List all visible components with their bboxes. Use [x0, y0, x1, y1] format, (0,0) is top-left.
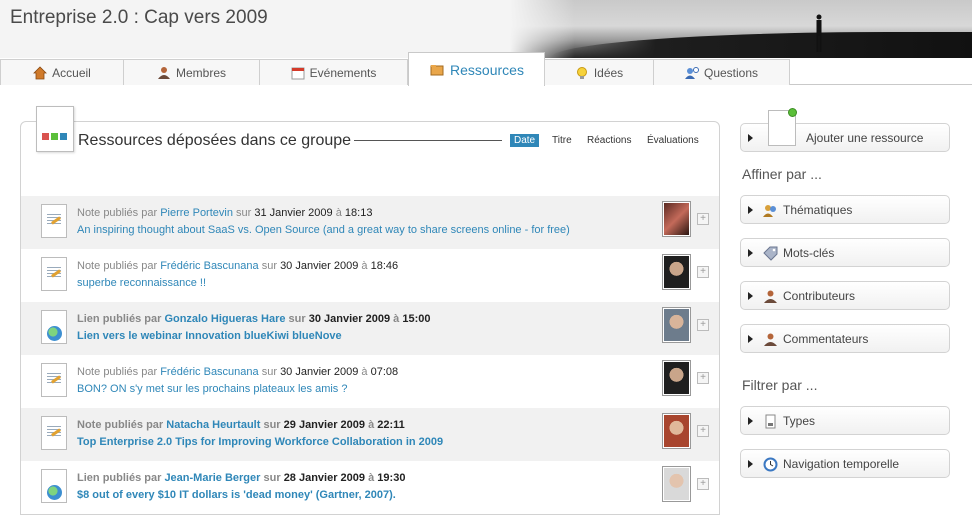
resource-title-link[interactable]: BON? ON s'y met sur les prochains platea… [77, 383, 347, 395]
author-link[interactable]: Gonzalo Higueras Hare [164, 313, 285, 325]
expand-button[interactable]: + [697, 319, 709, 331]
avatar[interactable] [662, 201, 691, 237]
item-meta: Note publiés par Frédéric Bascunana sur … [77, 366, 399, 378]
tab-label: Ressources [450, 61, 524, 78]
item-meta: Lien publiés par Jean-Marie Berger sur 2… [77, 472, 406, 484]
resource-title-link[interactable]: $8 out of every $10 IT dollars is 'dead … [77, 489, 396, 501]
filter-navigation-temporelle[interactable]: Navigation temporelle [740, 449, 950, 478]
resource-title-link[interactable]: Top Enterprise 2.0 Tips for Improving Wo… [77, 436, 443, 448]
tab-label: Membres [175, 65, 226, 80]
tab-accueil[interactable]: Accueil [0, 59, 124, 85]
site-header: Entreprise 2.0 : Cap vers 2009 [0, 0, 972, 58]
group-title: Entreprise 2.0 : Cap vers 2009 [10, 7, 268, 28]
list-item: Note publiés par Natacha Heurtault sur 2… [21, 408, 719, 461]
tab-label: Evénements [309, 65, 377, 80]
header-banner-image [510, 0, 972, 58]
expand-arrow-icon [748, 460, 753, 468]
avatar[interactable] [662, 254, 691, 290]
link-icon [41, 469, 67, 503]
item-meta: Note publiés par Pierre Portevin sur 31 … [77, 207, 373, 219]
clock-icon [763, 457, 778, 472]
add-resource-label: Ajouter une ressource [806, 131, 924, 145]
resource-title-link[interactable]: Lien vers le webinar Innovation blueKiwi… [77, 330, 342, 342]
refine-contributeurs[interactable]: Contributeurs [740, 281, 950, 310]
document-icon [765, 414, 776, 429]
sort-evaluations[interactable]: Évaluations [647, 134, 699, 147]
expand-button[interactable]: + [697, 425, 709, 437]
note-icon [41, 257, 67, 291]
tab-evenements[interactable]: Evénements [259, 59, 408, 85]
author-link[interactable]: Frédéric Bascunana [160, 366, 258, 378]
list-item: Lien publiés par Jean-Marie Berger sur 2… [21, 461, 719, 514]
item-meta: Lien publiés par Gonzalo Higueras Hare s… [77, 313, 431, 325]
expand-button[interactable]: + [697, 266, 709, 278]
tab-membres[interactable]: Membres [123, 59, 260, 85]
tab-label: Accueil [52, 65, 91, 80]
expand-arrow-icon [748, 134, 753, 142]
resources-document-icon [36, 106, 74, 152]
tab-idees[interactable]: Idées [544, 59, 654, 85]
list-item: Note publiés par Frédéric Bascunana sur … [21, 355, 719, 408]
tag-icon [763, 246, 778, 261]
lightbulb-icon [576, 66, 587, 79]
users-icon [763, 205, 776, 217]
banner-person-silhouette [816, 14, 822, 52]
tab-label: Questions [703, 65, 759, 80]
author-link[interactable]: Natacha Heurtault [166, 419, 260, 431]
list-item: Note publiés par Frédéric Bascunana sur … [21, 249, 719, 302]
calendar-icon [291, 67, 305, 79]
item-meta: Note publiés par Frédéric Bascunana sur … [77, 260, 399, 272]
sort-reactions[interactable]: Réactions [587, 134, 631, 147]
list-item: Note publiés par Pierre Portevin sur 31 … [21, 196, 719, 249]
item-meta: Note publiés par Natacha Heurtault sur 2… [77, 419, 405, 431]
folder-icon [430, 64, 444, 75]
avatar[interactable] [662, 360, 691, 396]
plus-badge-icon [788, 108, 797, 117]
refine-thematiques[interactable]: Thématiques [740, 195, 950, 224]
avatar[interactable] [662, 466, 691, 502]
expand-button[interactable]: + [697, 478, 709, 490]
avatar[interactable] [662, 307, 691, 343]
author-link[interactable]: Jean-Marie Berger [164, 472, 260, 484]
user-icon [157, 66, 170, 79]
resource-title-link[interactable]: An inspiring thought about SaaS vs. Open… [77, 224, 570, 236]
tab-label: Idées [593, 65, 624, 80]
expand-arrow-icon [748, 335, 753, 343]
panel-title: Ressources déposées dans ce groupe [78, 132, 352, 149]
user-icon [764, 333, 777, 346]
author-link[interactable]: Pierre Portevin [160, 207, 233, 219]
note-icon [41, 204, 67, 238]
refine-commentateurs[interactable]: Commentateurs [740, 324, 950, 353]
avatar[interactable] [662, 413, 691, 449]
sort-titre[interactable]: Titre [552, 134, 572, 147]
author-link[interactable]: Frédéric Bascunana [160, 260, 258, 272]
expand-arrow-icon [748, 417, 753, 425]
tab-ressources[interactable]: Ressources [408, 52, 545, 86]
note-icon [41, 416, 67, 450]
resource-title-link[interactable]: superbe reconnaissance !! [77, 277, 206, 289]
expand-arrow-icon [748, 249, 753, 257]
title-divider [354, 140, 502, 141]
expand-arrow-icon [748, 206, 753, 214]
note-icon [41, 363, 67, 397]
refine-heading: Affiner par ... [742, 166, 822, 182]
list-item: Lien publiés par Gonzalo Higueras Hare s… [21, 302, 719, 355]
banner-hill [550, 32, 972, 58]
link-icon [41, 310, 67, 344]
group-tab-bar: Accueil Membres Evénements Ressources Id… [0, 52, 972, 86]
add-resource-button[interactable]: Ajouter une ressource [740, 108, 950, 152]
user-icon [764, 290, 777, 303]
expand-button[interactable]: + [697, 372, 709, 384]
filter-types[interactable]: Types [740, 406, 950, 435]
resource-list: Note publiés par Pierre Portevin sur 31 … [21, 196, 719, 514]
filter-heading: Filtrer par ... [742, 377, 818, 393]
expand-arrow-icon [748, 292, 753, 300]
question-user-icon [684, 66, 699, 79]
sort-date[interactable]: Date [510, 134, 540, 147]
refine-mots-cles[interactable]: Mots-clés [740, 238, 950, 267]
expand-button[interactable]: + [697, 213, 709, 225]
tab-questions[interactable]: Questions [653, 59, 790, 85]
house-icon [33, 65, 48, 79]
